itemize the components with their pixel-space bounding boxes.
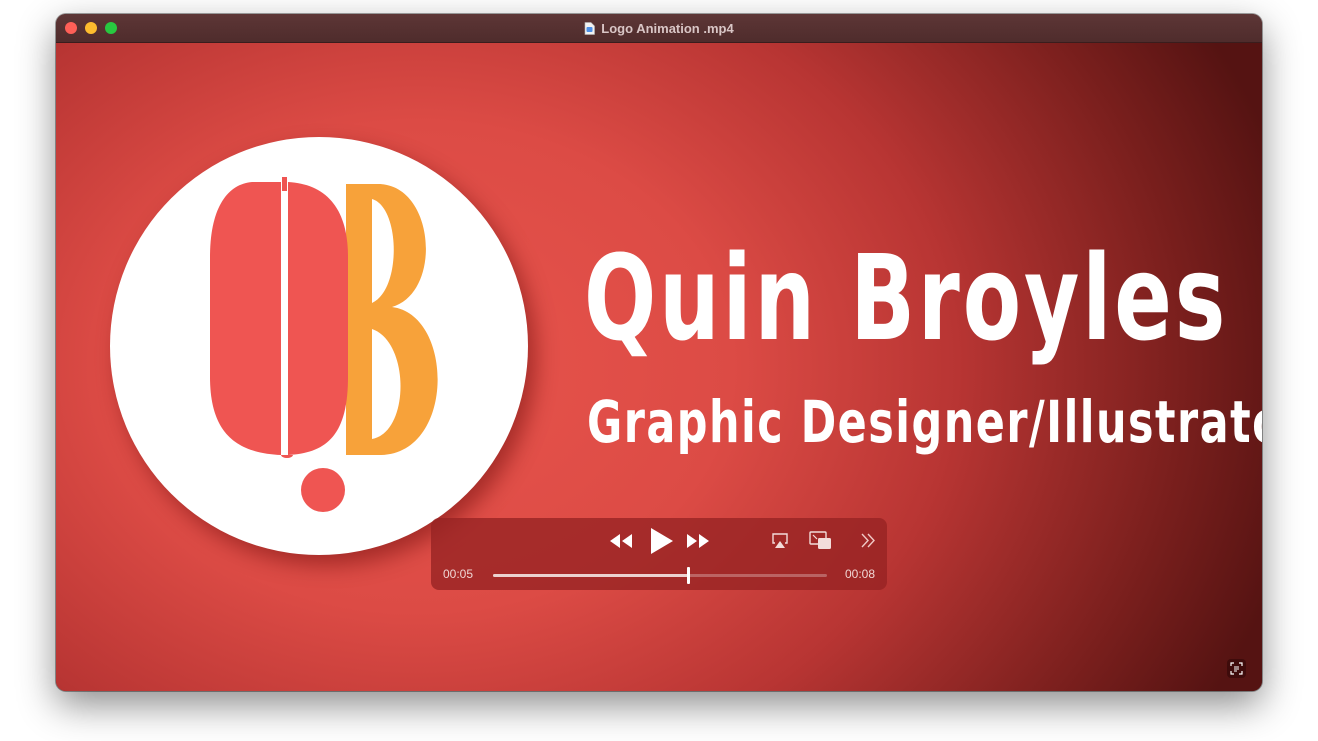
close-window-button[interactable]	[65, 22, 77, 34]
quicktime-window: Logo Animation .mp4 Quin Broyles Graphic…	[56, 14, 1262, 691]
picture-in-picture-icon[interactable]	[809, 531, 832, 550]
qb-logo-icon	[210, 177, 438, 512]
fast-forward-icon[interactable]	[686, 533, 710, 549]
title-bar[interactable]: Logo Animation .mp4	[56, 14, 1262, 43]
live-text-icon	[1230, 662, 1243, 675]
video-file-icon	[584, 21, 596, 35]
scrubber-handle[interactable]	[686, 567, 690, 584]
logo-circle	[110, 137, 528, 555]
duration-label: 00:08	[844, 567, 875, 581]
current-time-label: 00:05	[443, 567, 474, 581]
window-title-group: Logo Animation .mp4	[584, 20, 734, 36]
playback-scrubber[interactable]	[493, 567, 827, 584]
video-frame[interactable]: Quin Broyles Graphic Designer/Illustrato…	[56, 43, 1262, 691]
more-controls-icon[interactable]	[860, 533, 876, 548]
playback-controls-bar[interactable]: 00:05 00:08	[431, 518, 887, 590]
zoom-window-button[interactable]	[105, 22, 117, 34]
airplay-icon[interactable]	[771, 532, 789, 549]
brand-name-heading: Quin Broyles	[584, 229, 1229, 367]
window-title: Logo Animation .mp4	[601, 20, 734, 36]
live-text-button[interactable]	[1227, 659, 1246, 678]
brand-role-subheading: Graphic Designer/Illustrator	[587, 388, 1262, 456]
minimize-window-button[interactable]	[85, 22, 97, 34]
window-controls	[65, 22, 117, 34]
scrubber-progress	[493, 574, 689, 577]
play-icon[interactable]	[648, 527, 674, 555]
rewind-icon[interactable]	[609, 533, 633, 549]
